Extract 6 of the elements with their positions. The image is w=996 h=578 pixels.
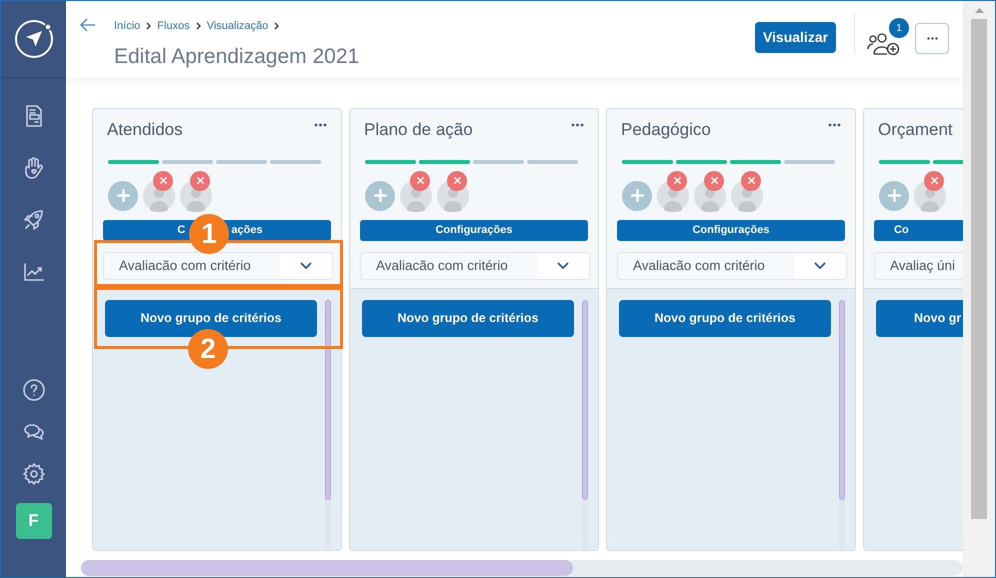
column-title: Plano de ação — [364, 119, 473, 141]
column-title: Pedagógico — [621, 119, 711, 141]
notification-badge: 1 — [889, 18, 909, 38]
column-title: Atendidos — [107, 119, 183, 141]
column-title: Orçament — [878, 119, 953, 141]
page-title: Edital Aprendizagem 2021 — [114, 44, 360, 70]
